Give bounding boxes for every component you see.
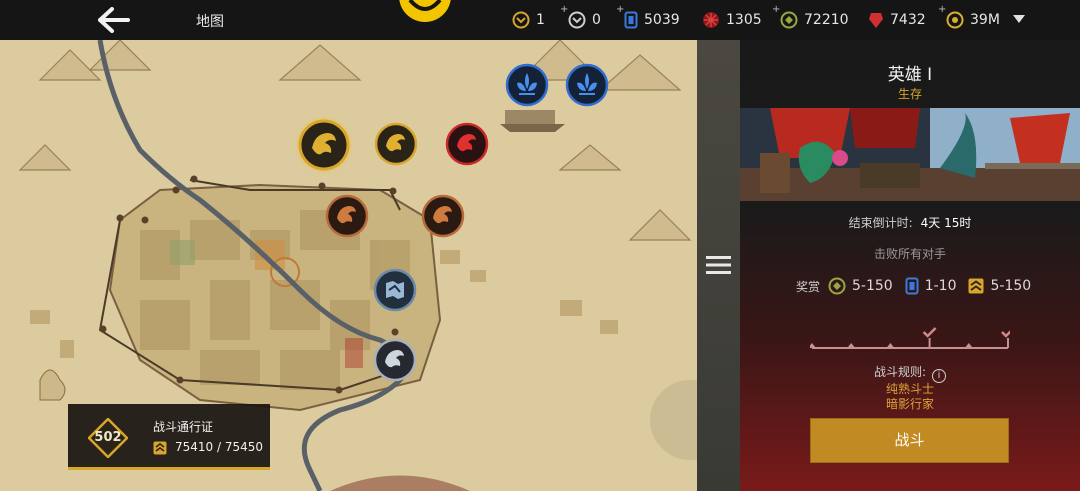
battle-pass-level: 502 (94, 430, 122, 445)
red-gem-icon (869, 13, 883, 28)
resource-gold-coins[interactable]: + 39M (938, 4, 1000, 30)
blue-card-icon (905, 277, 919, 295)
reward-green-coins[interactable]: 5-150 (828, 277, 893, 295)
resource-red-gems[interactable]: 7432 (868, 10, 926, 30)
stage-marker (810, 343, 816, 348)
reward-value: 5-150 (990, 278, 1032, 294)
stage-marker (886, 343, 895, 348)
gold-dragon-boss-node[interactable] (295, 116, 353, 174)
resource-value: 39M (970, 12, 1000, 28)
event-detail-panel: 英雄 I 生存 结束倒计时: 4天 15时 击败所有对手 奖赏 5-150 1-… (740, 40, 1080, 491)
red-orb-icon (703, 12, 719, 28)
resource-silver-keys[interactable]: + 0 (560, 4, 601, 30)
reward-battle-pass-xp[interactable]: 5-150 (968, 278, 1031, 294)
battle-pass-xp: 75410 / 75450 (175, 440, 264, 454)
bronze-dragon-node-1[interactable] (325, 194, 369, 238)
blue-card-icon (624, 11, 638, 29)
game-logo-icon (399, 0, 451, 22)
rewards-label: 奖赏 (796, 279, 821, 294)
event-title: 英雄 I (887, 65, 933, 85)
stage-marker (847, 343, 856, 348)
gold-coin-icon (946, 11, 964, 29)
page-title: 地图 (196, 14, 224, 30)
resource-value: 72210 (804, 12, 849, 28)
silver-key-icon (568, 11, 586, 29)
stage-complete-check-icon (1001, 330, 1010, 338)
blue-fleur-node-2[interactable] (565, 63, 609, 107)
gold-key-icon (512, 11, 530, 29)
gold-chevron-icon (153, 441, 167, 455)
add-icon: + (938, 4, 947, 15)
add-icon: + (616, 4, 625, 15)
countdown-label: 结束倒计时: (848, 216, 913, 230)
countdown-value: 4天 15时 (920, 216, 972, 230)
resource-gold-keys[interactable]: 1 (512, 10, 545, 30)
stage-marker (964, 343, 973, 348)
add-icon: + (772, 4, 781, 15)
red-dragon-node[interactable] (445, 122, 489, 166)
top-bar: 地图 1 + 0 + 5039 1305 + 72210 7432 + 39M (0, 0, 1080, 40)
fight-button[interactable]: 战斗 (810, 418, 1009, 463)
event-mode: 生存 (897, 87, 922, 101)
reward-value: 1-10 (924, 278, 957, 294)
rewards-row: 奖赏 5-150 1-10 5-150 (796, 276, 1043, 296)
resource-blue-cards[interactable]: + 5039 (616, 4, 680, 30)
game-screen: 地图 1 + 0 + 5039 1305 + 72210 7432 + 39M … (0, 0, 1080, 491)
event-objective: 击败所有对手 (873, 247, 946, 261)
event-banner-image (740, 108, 1080, 201)
stage-progress-track (810, 327, 1010, 349)
green-coin-icon (828, 277, 846, 295)
hamburger-menu-icon[interactable] (706, 255, 731, 275)
resource-red-orbs[interactable]: 1305 (702, 10, 762, 30)
rule-item: 暗影行家 (885, 397, 934, 411)
back-button[interactable] (92, 5, 134, 35)
resource-value: 1305 (726, 12, 762, 28)
battle-pass-title: 战斗通行证 (153, 420, 214, 434)
reward-blue-cards[interactable]: 1-10 (905, 277, 957, 295)
battle-pass-widget[interactable]: 502 战斗通行证 75410 / 75450 (68, 404, 270, 470)
bronze-dragon-node-2[interactable] (421, 194, 465, 238)
resource-value: 0 (592, 12, 601, 28)
green-coin-icon (780, 11, 798, 29)
resource-value: 7432 (890, 12, 926, 28)
map-fragment-node[interactable] (373, 268, 417, 312)
reward-value: 5-150 (852, 278, 893, 294)
add-icon: + (560, 4, 569, 15)
resource-value: 5039 (644, 12, 680, 28)
silver-dragon-node[interactable] (373, 338, 417, 382)
chevron-down-icon[interactable] (1012, 14, 1026, 24)
blue-fleur-node-1[interactable] (505, 63, 549, 107)
stage-complete-check-icon (922, 327, 937, 338)
countdown: 结束倒计时: 4天 15时 (740, 214, 1080, 231)
gold-dragon-node[interactable] (374, 122, 418, 166)
resource-green-coins[interactable]: + 72210 (772, 4, 849, 30)
resource-value: 1 (536, 12, 545, 28)
rules-label: 战斗规则: (873, 365, 927, 379)
gold-chevron-icon (968, 278, 984, 294)
arrow-left-icon (98, 7, 130, 33)
